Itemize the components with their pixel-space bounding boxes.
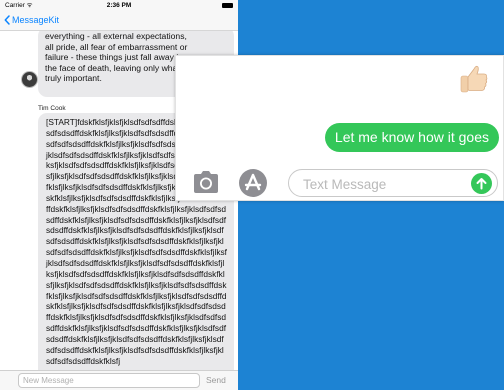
message-line: everything - all external expectations,	[45, 31, 187, 41]
message-input[interactable]	[18, 373, 200, 388]
message-input-bar: Send	[0, 370, 238, 390]
message-line: all pride, all fear of embarrassment or	[45, 41, 188, 52]
chevron-left-icon	[4, 15, 10, 25]
status-bar: Carrier ᯤ 2:36 PM	[0, 0, 238, 12]
sender-name: Tim Cook	[38, 105, 66, 112]
navigation-bar: MessageKit	[0, 12, 238, 31]
status-time: 2:36 PM	[106, 2, 132, 9]
outgoing-message-bubble[interactable]: Let me know how it goes	[324, 123, 499, 152]
back-button-label: MessageKit	[12, 15, 60, 25]
battery-icon	[222, 3, 233, 8]
camera-button[interactable]	[191, 169, 221, 195]
camera-icon	[194, 171, 218, 193]
text-message-field[interactable]	[288, 169, 498, 197]
send-up-button[interactable]	[471, 173, 492, 194]
outgoing-message-text: Let me know how it goes	[334, 129, 489, 145]
app-store-icon	[239, 169, 267, 197]
avatar[interactable]	[21, 71, 38, 88]
text-message-input[interactable]	[301, 174, 465, 194]
thumbs-up-sticker-icon[interactable]	[457, 62, 489, 94]
imessage-panel: Let me know how it goes	[175, 55, 504, 201]
send-button[interactable]: Send	[206, 375, 226, 385]
arrow-up-icon	[476, 178, 487, 190]
app-store-button[interactable]	[238, 168, 268, 198]
back-button[interactable]: MessageKit	[4, 15, 59, 25]
